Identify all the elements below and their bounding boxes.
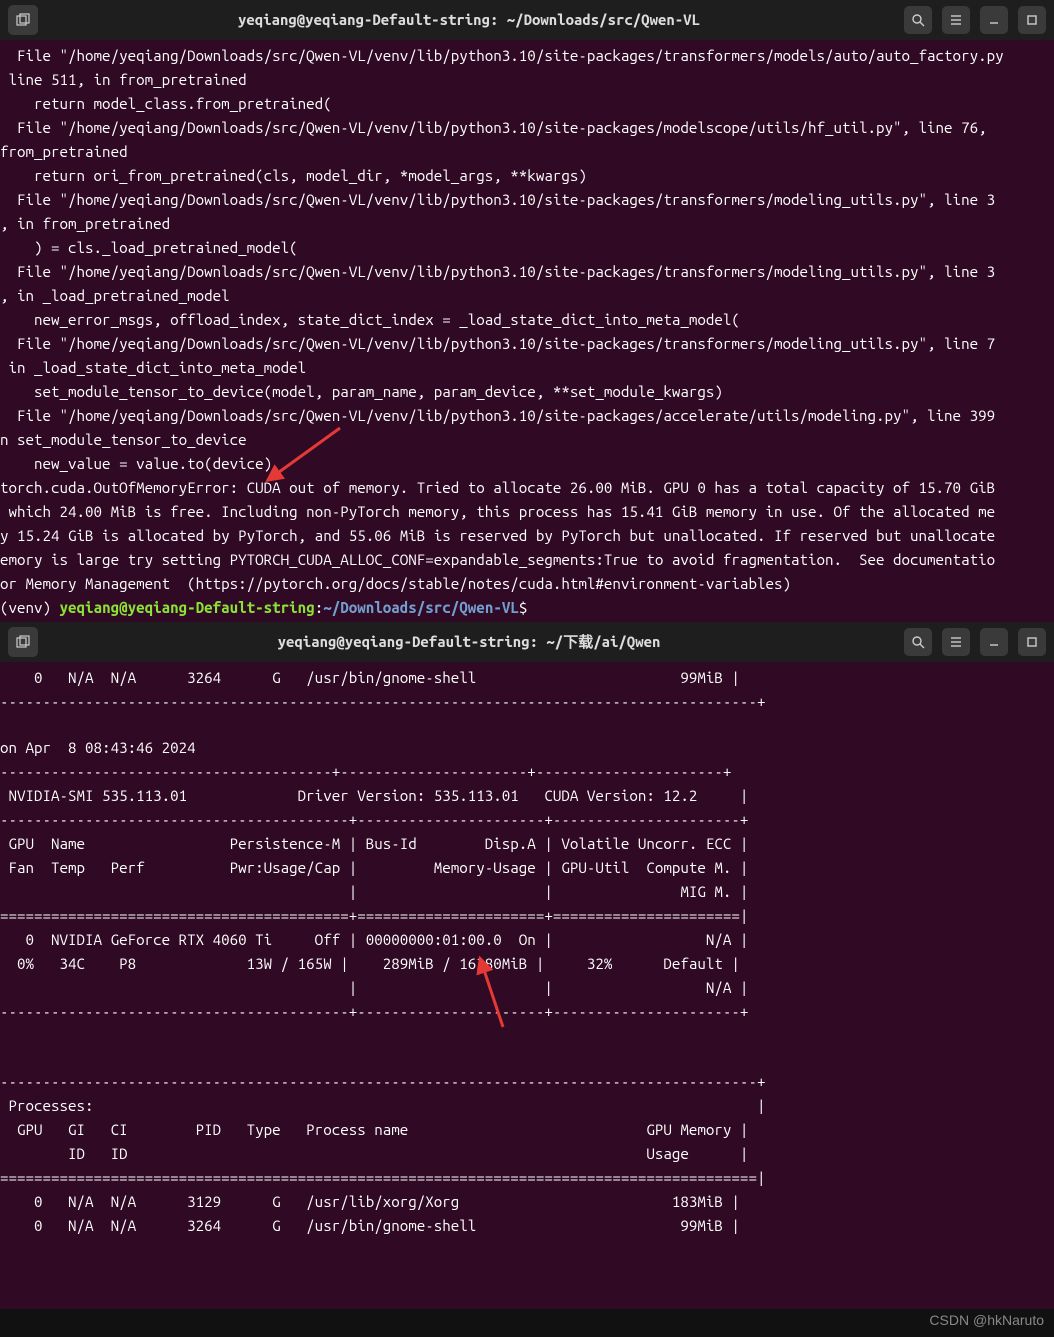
titlebar-2: yeqiang@yeqiang-Default-string: ~/下载/ai/… [0, 622, 1054, 662]
footer-bar [0, 1309, 1054, 1337]
maximize-button[interactable] [1018, 6, 1046, 34]
terminal-output-1[interactable]: File "/home/yeqiang/Downloads/src/Qwen-V… [0, 40, 1054, 624]
terminal-output-2[interactable]: 0 N/A N/A 3264 G /usr/bin/gnome-shell 99… [0, 662, 1054, 1242]
terminal-window-1: yeqiang@yeqiang-Default-string: ~/Downlo… [0, 0, 1054, 624]
search-icon [911, 13, 925, 27]
new-tab-button-2[interactable] [8, 627, 38, 657]
search-icon [911, 635, 925, 649]
maximize-icon [1026, 636, 1038, 648]
maximize-button-2[interactable] [1018, 628, 1046, 656]
terminal-window-2: yeqiang@yeqiang-Default-string: ~/下载/ai/… [0, 622, 1054, 1242]
tab-icon [16, 13, 30, 27]
minimize-icon [988, 636, 1000, 648]
menu-button[interactable] [942, 6, 970, 34]
tab-icon [16, 635, 30, 649]
window-title-2: yeqiang@yeqiang-Default-string: ~/下载/ai/… [44, 630, 894, 654]
titlebar-1: yeqiang@yeqiang-Default-string: ~/Downlo… [0, 0, 1054, 40]
maximize-icon [1026, 14, 1038, 26]
minimize-button-2[interactable] [980, 628, 1008, 656]
new-tab-button[interactable] [8, 5, 38, 35]
hamburger-icon [949, 635, 963, 649]
window-title-1: yeqiang@yeqiang-Default-string: ~/Downlo… [44, 8, 894, 32]
hamburger-icon [949, 13, 963, 27]
search-button[interactable] [904, 6, 932, 34]
search-button-2[interactable] [904, 628, 932, 656]
minimize-icon [988, 14, 1000, 26]
minimize-button[interactable] [980, 6, 1008, 34]
watermark: CSDN @hkNaruto [929, 1309, 1044, 1331]
menu-button-2[interactable] [942, 628, 970, 656]
